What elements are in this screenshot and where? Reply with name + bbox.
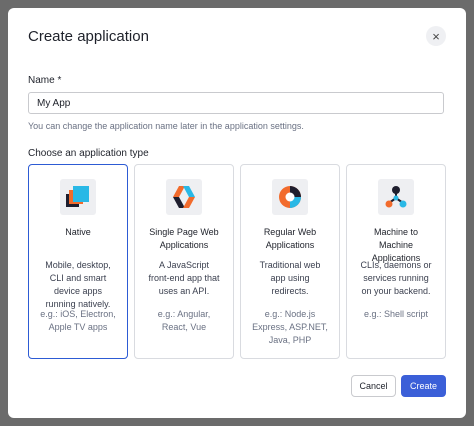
card-title: Regular Web Applications <box>263 227 317 250</box>
name-input[interactable] <box>28 92 444 114</box>
close-icon: × <box>432 28 440 44</box>
application-type-label: Choose an application type <box>28 148 149 159</box>
app-type-card-m2m[interactable]: Machine to Machine Applications CLIs, da… <box>346 164 446 359</box>
app-type-card-regular-web[interactable]: Regular Web Applications Traditional web… <box>240 164 340 359</box>
cancel-button[interactable]: Cancel <box>351 375 396 397</box>
create-application-dialog: Create application × Name * You can chan… <box>8 8 466 418</box>
card-examples: e.g.: Node.js Express, ASP.NET, Java, PH… <box>252 309 328 345</box>
name-label: Name * <box>28 75 62 86</box>
card-title: Single Page Web Applications <box>149 227 219 250</box>
card-examples: e.g.: Angular, React, Vue <box>157 309 211 332</box>
create-button[interactable]: Create <box>401 375 446 397</box>
card-description: Traditional web app using redirects. <box>259 260 321 296</box>
app-type-card-spa[interactable]: Single Page Web Applications A JavaScrip… <box>134 164 234 359</box>
dialog-title: Create application <box>28 28 149 45</box>
m2m-app-icon <box>378 179 414 215</box>
application-type-cards: Native Mobile, desktop, CLI and smart de… <box>28 164 446 359</box>
close-button[interactable]: × <box>426 26 446 46</box>
regular-web-app-icon <box>272 179 308 215</box>
name-hint: You can change the application name late… <box>28 121 304 131</box>
card-title: Native <box>65 227 91 237</box>
card-examples: e.g.: Shell script <box>363 309 429 319</box>
spa-app-icon <box>166 179 202 215</box>
native-app-icon <box>60 179 96 215</box>
app-type-card-native[interactable]: Native Mobile, desktop, CLI and smart de… <box>28 164 128 359</box>
card-description: Mobile, desktop, CLI and smart device ap… <box>45 260 111 309</box>
card-description: CLIs, daemons or services running on you… <box>360 260 432 296</box>
card-description: A JavaScript front-end app that uses an … <box>148 260 220 296</box>
card-examples: e.g.: iOS, Electron, Apple TV apps <box>40 309 116 332</box>
